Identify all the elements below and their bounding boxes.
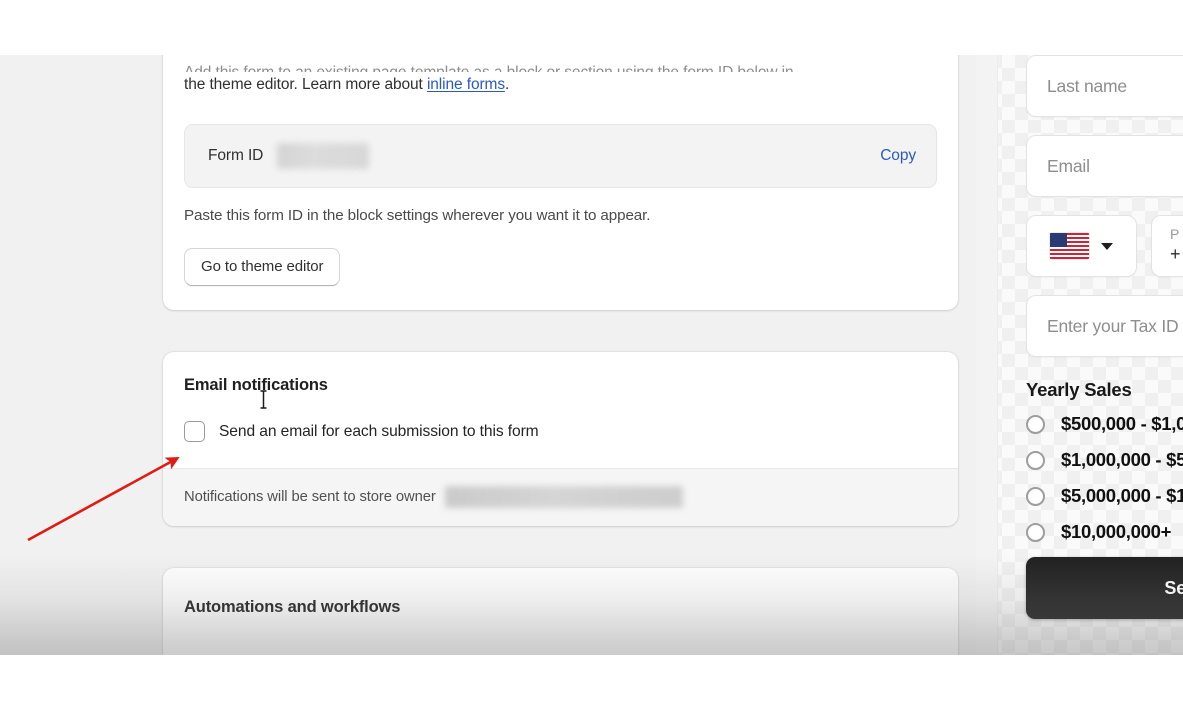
inline-form-card: Add this form to an existing page templa… <box>163 55 958 310</box>
email-notifications-card: Email notifications Send an email for ea… <box>163 352 958 526</box>
preview-yearly-sales-option-label: $500,000 - $1,000,000 <box>1061 413 1183 434</box>
inline-forms-link[interactable]: inline forms <box>427 76 505 93</box>
inline-form-description-clipped-line: Add this form to an existing page templa… <box>184 60 937 72</box>
preview-yearly-sales-option[interactable]: $5,000,000 - $10,000,000 <box>1026 485 1183 507</box>
preview-yearly-sales-option-label: $10,000,000+ <box>1061 521 1172 542</box>
email-notifications-body: Email notifications Send an email for ea… <box>163 352 958 468</box>
radio-icon[interactable] <box>1026 486 1045 506</box>
radio-icon[interactable] <box>1026 414 1045 434</box>
form-id-box: Form ID Copy <box>184 124 937 188</box>
form-id-label: Form ID <box>208 147 264 164</box>
form-id-value-redacted <box>277 143 370 169</box>
inline-form-description: Add this form to an existing page templa… <box>184 55 937 98</box>
store-owner-email-redacted <box>444 486 683 508</box>
us-flag-icon <box>1050 233 1089 259</box>
send-email-checkbox-row[interactable]: Send an email for each submission to thi… <box>184 421 937 442</box>
preview-phone-label: P <box>1170 226 1180 242</box>
preview-email-field[interactable]: Email <box>1026 135 1183 197</box>
paste-form-id-hint: Paste this form ID in the block settings… <box>184 207 651 224</box>
email-notifications-footer: Notifications will be sent to store owne… <box>163 468 958 526</box>
automations-card: Automations and workflows <box>163 568 958 655</box>
preview-phone-row: P + <box>1026 215 1183 277</box>
preview-yearly-sales-option-label: $1,000,000 - $5,000,000 <box>1061 449 1183 470</box>
email-notifications-title: Email notifications <box>184 376 328 394</box>
preview-yearly-sales-option[interactable]: $1,000,000 - $5,000,000 <box>1026 449 1183 471</box>
send-email-checkbox[interactable] <box>184 421 205 442</box>
preview-yearly-sales-option[interactable]: $10,000,000+ <box>1026 521 1183 543</box>
preview-last-name-field[interactable]: Last name <box>1026 55 1183 117</box>
preview-phone-prefix: + <box>1170 244 1181 264</box>
copy-form-id-button[interactable]: Copy <box>880 147 916 165</box>
chevron-down-icon <box>1101 242 1113 250</box>
radio-icon[interactable] <box>1026 522 1045 542</box>
preview-tax-id-field[interactable]: Enter your Tax ID <box>1026 295 1183 357</box>
preview-email-placeholder: Email <box>1047 155 1090 176</box>
radio-icon[interactable] <box>1026 450 1045 470</box>
preview-submit-button[interactable]: Send <box>1026 557 1183 619</box>
inline-form-description-prefix: the theme editor. Learn more about <box>184 76 427 93</box>
store-owner-notice: Notifications will be sent to store owne… <box>184 489 436 505</box>
inline-form-description-suffix: . <box>505 76 510 93</box>
preview-yearly-sales-option-label: $5,000,000 - $10,000,000 <box>1061 485 1183 506</box>
form-preview-content: Last name Email P + Enter your Tax ID Ye… <box>1026 55 1183 619</box>
preview-yearly-sales-title: Yearly Sales <box>1026 379 1132 400</box>
screenshot-root: Add this form to an existing page templa… <box>0 0 1183 720</box>
automations-title: Automations and workflows <box>184 598 401 616</box>
send-email-checkbox-label[interactable]: Send an email for each submission to thi… <box>219 423 539 441</box>
preview-last-name-placeholder: Last name <box>1047 75 1127 96</box>
settings-column: Add this form to an existing page templa… <box>163 55 958 655</box>
preview-phone-field[interactable]: P + <box>1151 215 1183 277</box>
form-preview-panel: Last name Email P + Enter your Tax ID Ye… <box>976 55 1183 655</box>
preview-panel-gutter <box>976 55 998 655</box>
preview-country-selector[interactable] <box>1026 215 1137 277</box>
preview-yearly-sales-option[interactable]: $500,000 - $1,000,000 <box>1026 413 1183 435</box>
page-viewport: Add this form to an existing page templa… <box>0 55 1183 655</box>
go-to-theme-editor-button[interactable]: Go to theme editor <box>184 248 341 286</box>
preview-tax-id-placeholder: Enter your Tax ID <box>1047 315 1179 336</box>
